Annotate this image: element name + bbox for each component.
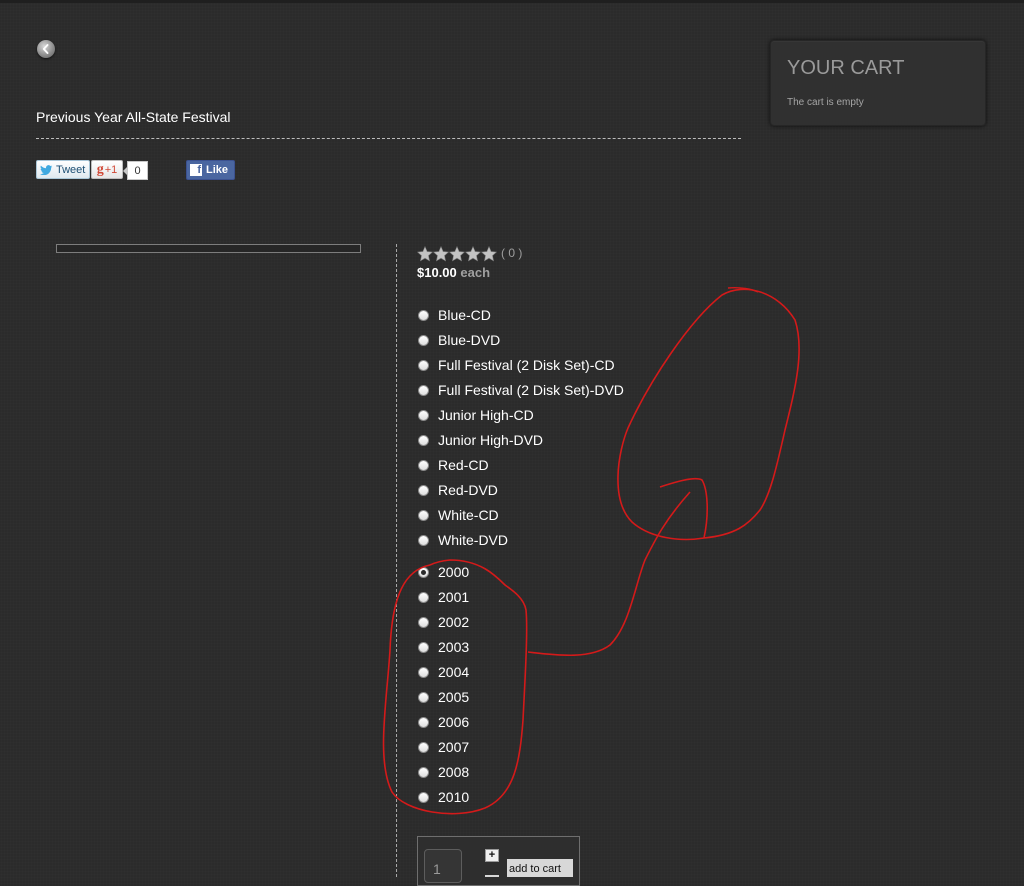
product-image-frame [56, 244, 361, 253]
twitter-bird-icon [40, 164, 53, 175]
chevron-left-icon [42, 44, 49, 54]
format-option-label: Blue-DVD [438, 332, 501, 348]
year-option-label: 2010 [438, 789, 470, 805]
year-option-label: 2007 [438, 739, 470, 755]
cart-panel: YOUR CART The cart is empty [770, 40, 986, 126]
year-radio[interactable] [418, 716, 429, 728]
rating-stars[interactable] [417, 246, 497, 262]
format-option-label: White-DVD [438, 532, 509, 548]
format-option-label: Junior High-CD [438, 407, 534, 423]
year-radio[interactable] [418, 791, 429, 803]
year-radio[interactable] [418, 766, 429, 778]
gplus-count-badge: 0 [123, 161, 148, 180]
annotation-loop-tail [727, 287, 759, 293]
quantity-plus-button[interactable]: + [485, 849, 499, 862]
year-option-label: 2005 [438, 689, 470, 705]
facebook-like-button[interactable]: f Like [186, 160, 235, 180]
google-plus-button[interactable]: g +1 [91, 160, 123, 179]
format-option-label: Red-DVD [438, 482, 498, 498]
google-g-icon: g [96, 161, 104, 177]
year-option[interactable]: 2004 [417, 663, 469, 681]
format-radio[interactable] [418, 309, 429, 321]
format-option[interactable]: Red-CD [417, 456, 489, 474]
format-option-label: Blue-CD [438, 307, 491, 323]
star-icon[interactable] [465, 246, 481, 262]
facebook-icon: f [190, 164, 202, 176]
cart-title: YOUR CART [787, 57, 905, 79]
format-radio[interactable] [418, 334, 429, 346]
year-radio[interactable] [418, 691, 429, 703]
tweet-button[interactable]: Tweet [36, 160, 90, 179]
year-option-label: 2000 [438, 564, 470, 580]
format-option[interactable]: Blue-DVD [417, 331, 500, 349]
fb-like-label: Like [206, 164, 229, 176]
year-option[interactable]: 2007 [417, 738, 469, 756]
price: $10.00 each [417, 265, 490, 280]
format-radio[interactable] [418, 509, 429, 521]
back-button[interactable] [37, 40, 55, 58]
format-option[interactable]: White-CD [417, 506, 499, 524]
format-radio[interactable] [418, 359, 429, 371]
annotation-top-loop [617, 288, 800, 541]
year-radio[interactable] [418, 591, 429, 603]
gplus-label: +1 [104, 163, 118, 176]
format-option-label: Red-CD [438, 457, 489, 473]
star-icon[interactable] [481, 246, 497, 262]
format-option[interactable]: Full Festival (2 Disk Set)-CD [417, 356, 615, 374]
star-icon[interactable] [449, 246, 465, 262]
format-option-label: White-CD [438, 507, 499, 523]
price-unit: each [460, 265, 491, 280]
year-radio[interactable] [418, 741, 429, 753]
annotation-connector [527, 491, 691, 657]
format-option[interactable]: White-DVD [417, 531, 508, 549]
format-option-label: Junior High-DVD [438, 432, 544, 448]
year-option[interactable]: 2000 [417, 563, 469, 581]
format-option[interactable]: Blue-CD [417, 306, 491, 324]
quantity-input[interactable] [424, 849, 462, 883]
year-option[interactable]: 2006 [417, 713, 469, 731]
format-option[interactable]: Full Festival (2 Disk Set)-DVD [417, 381, 624, 399]
format-option[interactable]: Red-DVD [417, 481, 498, 499]
year-option[interactable]: 2001 [417, 588, 469, 606]
tweet-label: Tweet [56, 163, 86, 176]
year-option[interactable]: 2002 [417, 613, 469, 631]
year-option-label: 2003 [438, 639, 470, 655]
cart-status: The cart is empty [787, 97, 864, 108]
format-radio[interactable] [418, 409, 429, 421]
year-option[interactable]: 2005 [417, 688, 469, 706]
year-option[interactable]: 2008 [417, 763, 469, 781]
format-radio[interactable] [418, 534, 429, 546]
year-option[interactable]: 2010 [417, 788, 469, 806]
add-to-cart-button[interactable]: add to cart [507, 859, 573, 877]
year-radio[interactable] [418, 616, 429, 628]
star-icon[interactable] [433, 246, 449, 262]
format-option[interactable]: Junior High-CD [417, 406, 534, 424]
format-radio[interactable] [418, 484, 429, 496]
title-divider [36, 138, 741, 139]
year-option-label: 2008 [438, 764, 470, 780]
year-radio[interactable] [418, 666, 429, 678]
year-option[interactable]: 2003 [417, 638, 469, 656]
format-radio[interactable] [418, 384, 429, 396]
page-title: Previous Year All-State Festival [36, 109, 231, 125]
year-option-label: 2001 [438, 589, 470, 605]
column-divider [396, 244, 397, 877]
format-option[interactable]: Junior High-DVD [417, 431, 543, 449]
year-radio[interactable] [418, 641, 429, 653]
format-option-label: Full Festival (2 Disk Set)-DVD [438, 382, 624, 398]
year-option-label: 2002 [438, 614, 470, 630]
rating-count: ( 0 ) [501, 246, 523, 260]
top-bar [0, 0, 1024, 3]
price-amount: $10.00 [417, 265, 457, 280]
year-option-label: 2006 [438, 714, 470, 730]
format-radio[interactable] [418, 434, 429, 446]
year-option-label: 2004 [438, 664, 470, 680]
year-radio[interactable] [418, 566, 429, 578]
format-option-label: Full Festival (2 Disk Set)-CD [438, 357, 615, 373]
format-radio[interactable] [418, 459, 429, 471]
star-icon[interactable] [417, 246, 433, 262]
